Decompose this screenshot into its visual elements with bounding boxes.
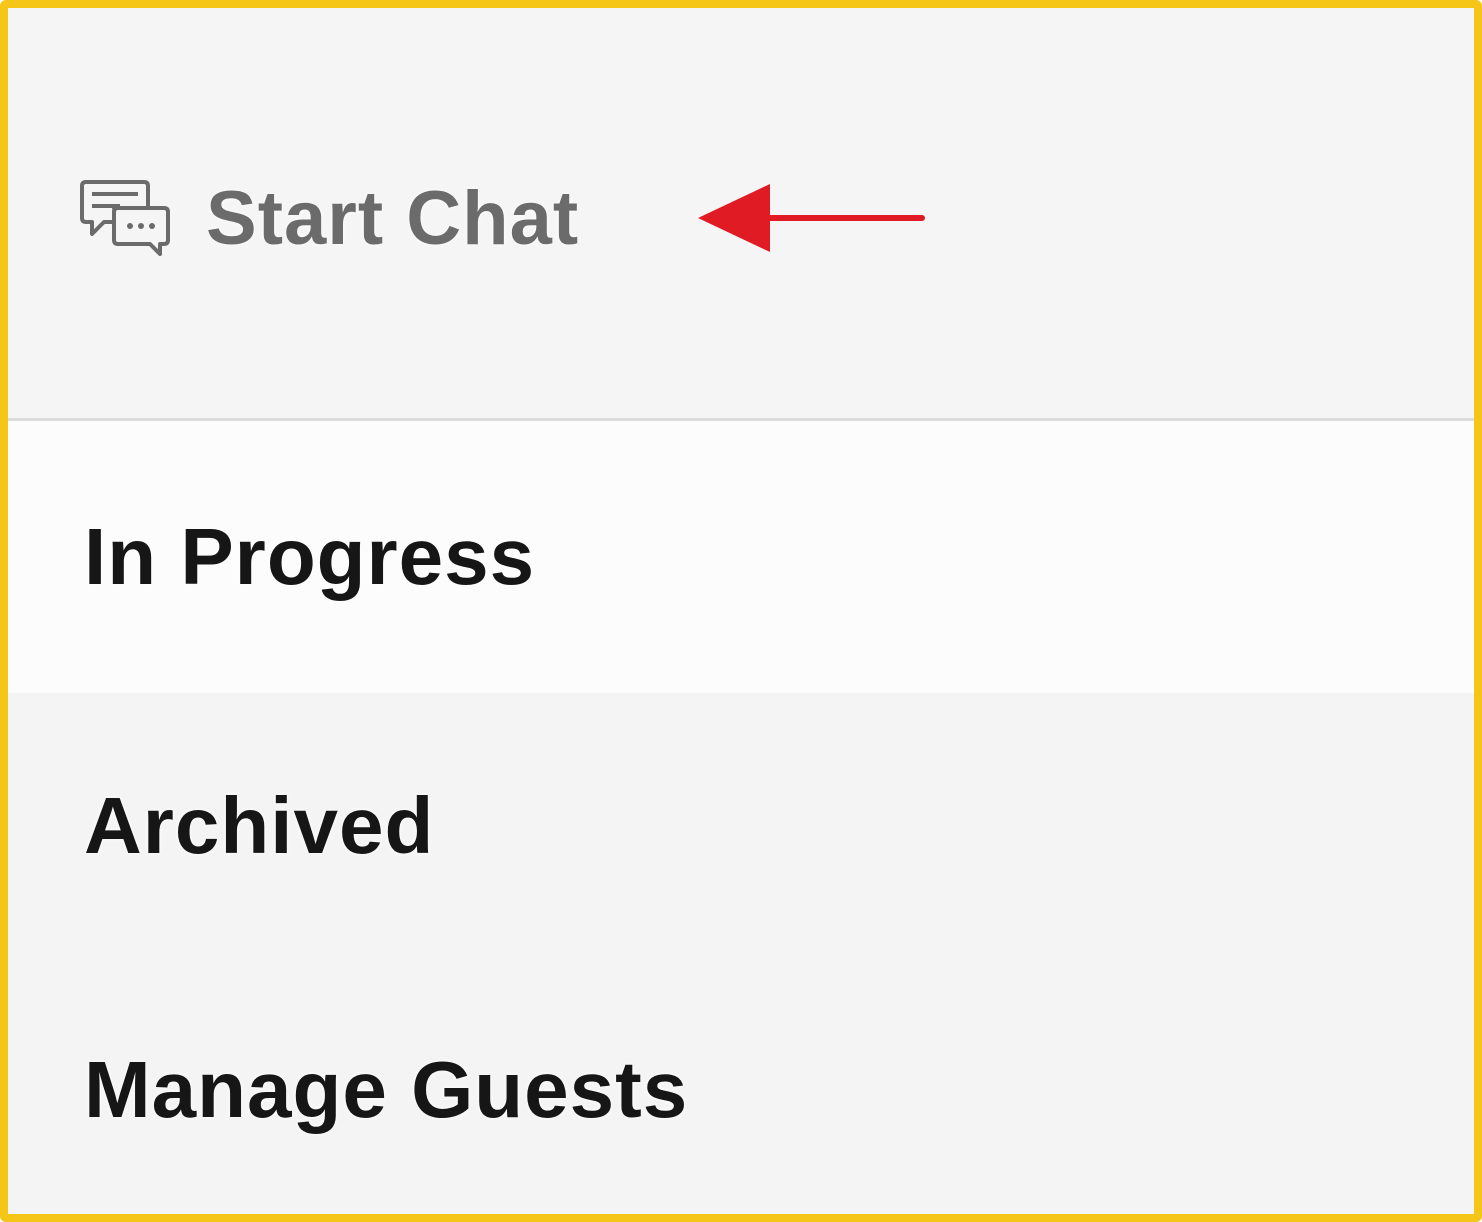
start-chat-label: Start Chat [206, 175, 580, 261]
nav-item-label: In Progress [84, 512, 536, 601]
start-chat-section: Start Chat [8, 8, 1474, 421]
nav-item-label: Archived [84, 780, 435, 870]
start-chat-button[interactable]: Start Chat [80, 168, 579, 268]
highlight-frame: Start Chat In Progress Archived Manage G… [0, 0, 1482, 1222]
nav-item-archived[interactable]: Archived [8, 693, 1474, 958]
nav-item-label: Manage Guests [84, 1045, 689, 1134]
nav-item-manage-guests[interactable]: Manage Guests [8, 958, 1474, 1214]
annotation-arrow-icon [698, 184, 925, 252]
chat-bubbles-icon [80, 180, 170, 256]
nav-item-in-progress[interactable]: In Progress [8, 421, 1474, 693]
